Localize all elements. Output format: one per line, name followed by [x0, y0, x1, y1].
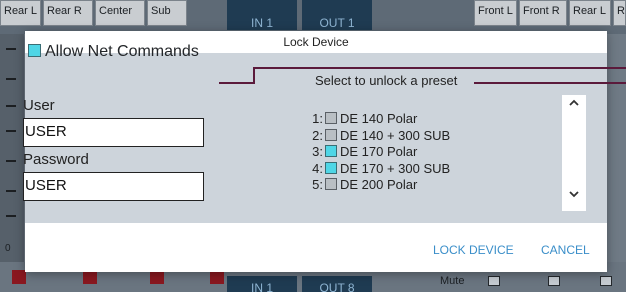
preset-label: DE 200 Polar — [340, 177, 418, 192]
cancel-button[interactable]: CANCEL — [541, 243, 590, 257]
password-input[interactable]: USER — [23, 172, 204, 201]
meter-tick — [6, 160, 16, 162]
scroll-down-button[interactable] — [562, 187, 586, 205]
preset-number: 1: — [312, 111, 323, 126]
header-cell-front-l: Front L — [474, 0, 517, 26]
preset-checkbox[interactable] — [325, 145, 337, 157]
preset-scrollbar[interactable] — [562, 95, 586, 211]
preset-label: DE 170 + 300 SUB — [340, 160, 451, 176]
meter-tick — [6, 48, 16, 50]
preset-item-3[interactable]: 3: DE 170 Polar — [311, 144, 531, 161]
meter-zero-label: 0 — [5, 243, 11, 254]
chevron-down-icon — [569, 191, 579, 198]
user-label: User — [23, 97, 55, 114]
preset-checkbox[interactable] — [325, 112, 337, 124]
callout-line — [474, 82, 626, 84]
header-cell-rear-l: Rear L — [0, 0, 41, 26]
preset-number: 4: — [312, 160, 323, 176]
mute-checkbox[interactable] — [548, 276, 560, 286]
meter-tick — [6, 78, 16, 80]
preset-checkbox[interactable] — [325, 161, 337, 174]
left-meter-strip — [0, 34, 24, 262]
meter-tick — [6, 130, 16, 132]
user-input[interactable]: USER — [23, 118, 204, 147]
callout-line — [253, 67, 626, 69]
input-1-block: IN 1 — [227, 0, 297, 30]
scroll-up-button[interactable] — [562, 95, 586, 113]
header-cell-rear-r: Rear R — [43, 0, 93, 26]
header-cell-r: R — [613, 0, 626, 26]
header-cell-rear-l-2: Rear L — [569, 0, 611, 26]
allow-net-commands-label: Allow Net Commands — [45, 43, 199, 60]
preset-item-1[interactable]: 1: DE 140 Polar — [311, 111, 531, 128]
dialog-footer — [25, 223, 607, 272]
output-1-block: OUT 1 — [302, 0, 372, 30]
callout-line — [253, 67, 255, 84]
output-8-block: OUT 8 — [302, 276, 372, 292]
preset-item-2[interactable]: 2: DE 140 + 300 SUB — [311, 128, 531, 145]
preset-checkbox[interactable] — [325, 178, 337, 190]
mute-label: Mute — [440, 275, 465, 287]
header-cell-front-r: Front R — [519, 0, 567, 26]
mute-checkbox[interactable] — [600, 276, 612, 286]
header-cell-center: Center — [95, 0, 145, 26]
preset-label: DE 140 + 300 SUB — [340, 127, 451, 143]
mute-indicator — [12, 270, 26, 284]
preset-number: 3: — [312, 144, 323, 159]
mute-indicator — [83, 270, 97, 284]
mute-indicator — [210, 270, 224, 284]
chevron-up-icon — [569, 99, 579, 106]
lock-device-button[interactable]: LOCK DEVICE — [433, 243, 514, 257]
preset-list-title: Select to unlock a preset — [315, 73, 458, 88]
preset-list: 1: DE 140 Polar 2: DE 140 + 300 SUB 3: DE 1… — [311, 111, 531, 194]
preset-checkbox[interactable] — [325, 128, 337, 141]
mute-indicator — [150, 270, 164, 284]
allow-net-commands-checkbox[interactable] — [28, 44, 41, 57]
callout-line — [219, 82, 255, 84]
preset-item-4[interactable]: 4: DE 170 + 300 SUB — [311, 161, 531, 178]
header-cell-sub: Sub — [147, 0, 187, 26]
meter-tick — [6, 190, 16, 192]
password-label: Password — [23, 151, 89, 168]
preset-number: 2: — [312, 127, 323, 143]
meter-tick — [6, 215, 16, 217]
preset-item-5[interactable]: 5: DE 200 Polar — [311, 177, 531, 194]
meter-tick — [6, 105, 16, 107]
input-8-block: IN 1 — [227, 276, 297, 292]
preset-label: DE 170 Polar — [340, 144, 418, 159]
preset-label: DE 140 Polar — [340, 111, 418, 126]
mute-checkbox[interactable] — [488, 276, 500, 286]
allow-net-commands-row[interactable]: Allow Net Commands — [28, 43, 199, 61]
preset-number: 5: — [312, 177, 323, 192]
